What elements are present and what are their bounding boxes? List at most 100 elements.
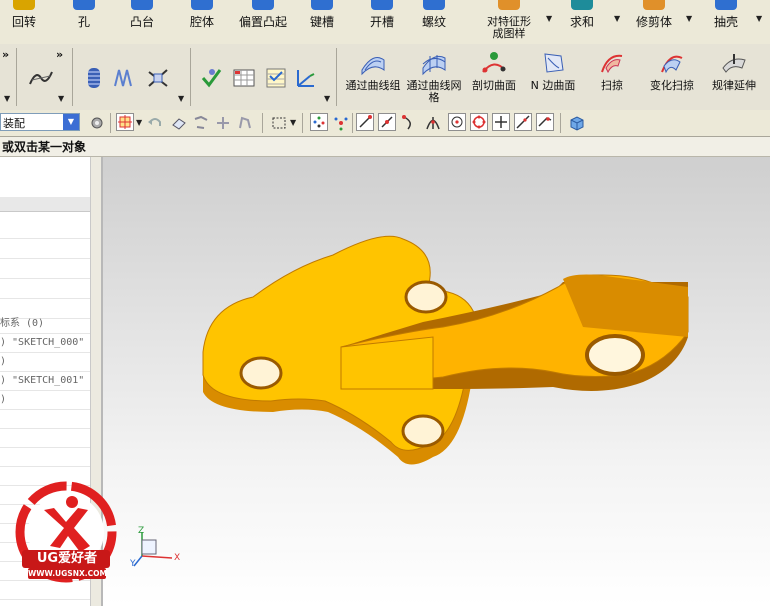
select-dropdown-icon[interactable]: ▼	[136, 118, 142, 127]
arc-center-icon[interactable]	[448, 113, 466, 131]
navigator-header	[0, 197, 90, 212]
toolbar-dropdown-icon[interactable]: ▼	[4, 94, 10, 103]
filter-gear-icon[interactable]	[88, 114, 106, 132]
helix-tool-icon[interactable]	[84, 66, 104, 90]
snap-grid-icon[interactable]	[332, 114, 350, 132]
law-extension-button[interactable]: 规律延伸	[706, 50, 762, 92]
quadrant-point-icon[interactable]	[470, 113, 488, 131]
sweep-button[interactable]: 扫掠	[592, 50, 632, 92]
groove-icon	[371, 0, 393, 10]
hole-icon	[73, 0, 95, 10]
slot-icon	[311, 0, 333, 10]
body-filter-icon[interactable]	[236, 114, 254, 132]
analysis-grid-icon[interactable]	[232, 66, 256, 90]
selection-filter-select[interactable]: 装配 ▼	[0, 113, 80, 131]
select-all-icon[interactable]	[116, 113, 134, 131]
arm-hole	[585, 334, 645, 376]
variational-sweep-label: 变化扫掠	[650, 79, 694, 92]
control-point-icon[interactable]	[400, 114, 418, 132]
unite-dropdown-icon[interactable]: ▼	[614, 14, 620, 23]
unite-button[interactable]: 求和	[562, 0, 602, 44]
plate-hole-bottom	[401, 414, 445, 448]
hole-button[interactable]: 孔	[64, 0, 104, 44]
wireframe-dropdown-icon[interactable]: ▼	[178, 94, 184, 103]
navigator-row[interactable]: )	[0, 390, 90, 410]
navigator-row[interactable]: ) "SKETCH_001"	[0, 371, 90, 391]
point-on-face-icon[interactable]	[536, 113, 554, 131]
spring-tool-icon[interactable]	[112, 66, 136, 90]
coordinate-tool-icon[interactable]	[294, 66, 318, 90]
undo-arrow-icon[interactable]	[146, 114, 164, 132]
toolbar-separator	[352, 113, 353, 133]
part-model[interactable]	[103, 157, 770, 606]
curve-dropdown-icon[interactable]: ▼	[58, 94, 64, 103]
revolve-label: 回转	[11, 15, 36, 29]
variational-sweep-icon	[658, 50, 686, 76]
pattern-dropdown-icon[interactable]: ▼	[546, 14, 552, 23]
toolbar-separator	[262, 113, 263, 133]
pocket-button[interactable]: 腔体	[182, 0, 222, 44]
through-curves-button[interactable]: 通过曲线组	[344, 50, 402, 104]
check-geometry-icon[interactable]	[200, 66, 222, 90]
existing-point-icon[interactable]	[492, 113, 510, 131]
triad-y-label: Y	[130, 559, 136, 569]
toolbar-overflow-icon[interactable]: »	[56, 48, 63, 61]
shell-button[interactable]: 抽壳	[706, 0, 746, 44]
navigator-row[interactable]: )	[0, 352, 90, 372]
intersection-point-icon[interactable]	[424, 114, 442, 132]
surface-toolbar: » ▼ » ▼ ▼ ▼ 通过曲线组 通过曲线网格 剖切曲面 N 边曲面 扫掠 变…	[0, 44, 770, 111]
navigator-row	[0, 239, 90, 259]
wireframe-tool-icon[interactable]	[146, 66, 170, 90]
thread-button[interactable]: 螺纹	[414, 0, 454, 44]
revolve-button[interactable]: 回转	[4, 0, 44, 44]
navigator-row[interactable]: 标系 (0)	[0, 314, 90, 334]
coordinate-dropdown-icon[interactable]: ▼	[324, 94, 330, 103]
status-prompt: 或双击某一对象	[0, 137, 770, 157]
rectangle-select-icon[interactable]	[270, 114, 288, 132]
snap-point-icon[interactable]	[310, 113, 328, 131]
navigator-row	[0, 428, 90, 448]
toolbar-separator	[560, 113, 561, 133]
section-surface-button[interactable]: 剖切曲面	[466, 50, 522, 92]
watermark-logo: UG爱好者 WWW.UGSNX.COM	[10, 480, 122, 592]
watermark-brand: UG爱好者	[36, 551, 98, 566]
n-sided-surface-icon	[539, 50, 567, 76]
unite-icon	[571, 0, 593, 10]
pattern-feature-button[interactable]: 对特征形成图样	[480, 0, 538, 44]
navigator-row-label: 标系 (0)	[0, 318, 45, 329]
offset-emboss-button[interactable]: 偏置凸起	[236, 0, 290, 44]
shell-label: 抽壳	[713, 15, 738, 29]
dropdown-arrow-icon: ▼	[63, 114, 79, 130]
through-curves-label: 通过曲线组	[345, 80, 401, 92]
point-on-curve-icon[interactable]	[514, 113, 532, 131]
navigator-row-label: )	[0, 356, 7, 367]
slot-button[interactable]: 键槽	[302, 0, 342, 44]
navigator-row	[0, 409, 90, 429]
curve-tool-icon[interactable]	[28, 66, 54, 90]
hole-label: 孔	[77, 15, 90, 29]
table-tool-icon[interactable]	[264, 66, 288, 90]
groove-button[interactable]: 开槽	[362, 0, 402, 44]
variational-sweep-button[interactable]: 变化扫掠	[644, 50, 700, 92]
shell-dropdown-icon[interactable]: ▼	[756, 14, 762, 23]
boss-icon	[131, 0, 153, 10]
boss-button[interactable]: 凸台	[122, 0, 162, 44]
rectangle-dropdown-icon[interactable]: ▼	[290, 118, 296, 127]
solid-filter-icon[interactable]	[170, 114, 188, 132]
trim-body-button[interactable]: 修剪体	[632, 0, 676, 44]
trim-dropdown-icon[interactable]: ▼	[686, 14, 692, 23]
n-sided-surface-button[interactable]: N 边曲面	[526, 50, 580, 92]
toolbar-separator	[16, 48, 17, 106]
toolbar-overflow-icon[interactable]: »	[2, 48, 9, 61]
pocket-label: 腔体	[189, 15, 214, 29]
navigator-row	[0, 279, 90, 299]
point-cloud-icon[interactable]	[192, 114, 210, 132]
navigator-row[interactable]: ) "SKETCH_000"	[0, 333, 90, 353]
through-curve-mesh-icon	[420, 50, 448, 76]
mid-point-icon[interactable]	[378, 113, 396, 131]
through-curve-mesh-button[interactable]: 通过曲线网格	[404, 50, 464, 104]
bounding-box-icon[interactable]	[568, 114, 586, 132]
end-point-icon[interactable]	[356, 113, 374, 131]
graphics-viewport[interactable]	[103, 157, 770, 606]
feature-filter-icon[interactable]	[214, 114, 232, 132]
